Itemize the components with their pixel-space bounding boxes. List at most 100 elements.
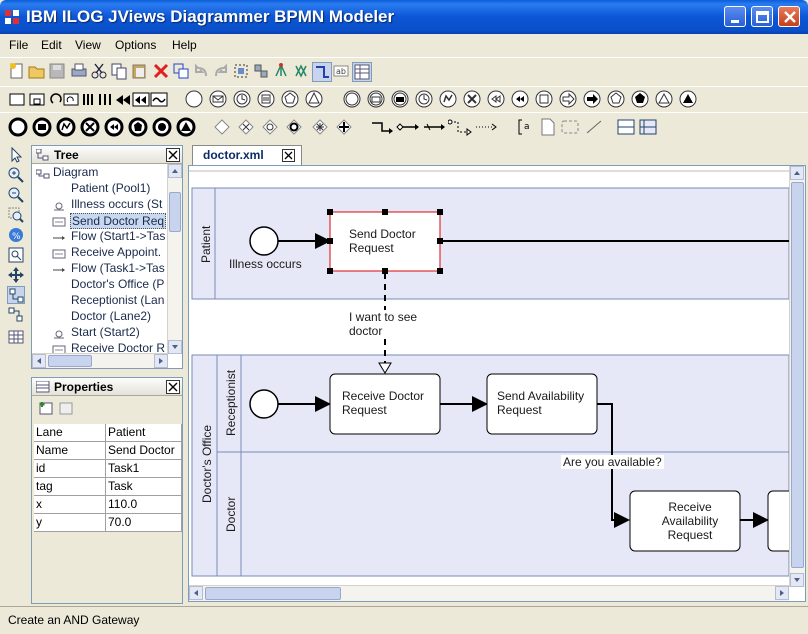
conditional-flow-icon[interactable] bbox=[396, 117, 420, 137]
data-object-icon[interactable] bbox=[538, 117, 558, 137]
error-end-event-icon[interactable] bbox=[56, 117, 76, 137]
zoom-out-icon[interactable] bbox=[7, 186, 25, 204]
compensation-icon[interactable] bbox=[114, 90, 134, 110]
cancel-intermediate-icon[interactable] bbox=[462, 89, 482, 109]
select-all-icon[interactable] bbox=[232, 62, 252, 82]
tab-doctor-xml[interactable]: doctor.xml bbox=[192, 145, 302, 165]
message-start-event-icon[interactable] bbox=[208, 89, 228, 109]
scroll-down-icon[interactable] bbox=[790, 573, 804, 587]
scroll-up-icon[interactable] bbox=[790, 166, 804, 180]
end-event-icon[interactable] bbox=[8, 117, 28, 137]
timer-intermediate-icon[interactable] bbox=[414, 89, 434, 109]
orthogonal-link-icon[interactable] bbox=[312, 62, 332, 82]
undo-icon[interactable] bbox=[192, 62, 212, 82]
scroll-up-icon[interactable] bbox=[168, 164, 182, 178]
canvas-vscroll-thumb[interactable] bbox=[791, 182, 804, 568]
property-value[interactable]: Task bbox=[106, 478, 182, 496]
property-value[interactable]: 110.0 bbox=[106, 496, 182, 514]
select-arrow-icon[interactable] bbox=[7, 146, 25, 164]
start-event-start2[interactable] bbox=[249, 389, 279, 419]
timer-start-event-icon[interactable] bbox=[232, 89, 252, 109]
hierarchical-layout-icon[interactable] bbox=[292, 62, 312, 82]
properties-close-button[interactable] bbox=[166, 380, 180, 394]
property-value[interactable]: Task1 bbox=[106, 460, 182, 478]
multiple-intermediate-icon[interactable] bbox=[606, 89, 626, 109]
association-icon[interactable] bbox=[474, 117, 498, 137]
copy-icon[interactable] bbox=[110, 62, 130, 82]
property-value[interactable]: Send Doctor bbox=[106, 442, 182, 460]
compensation-subprocess-icon[interactable] bbox=[132, 90, 152, 110]
menu-file[interactable]: File bbox=[9, 38, 28, 52]
maximize-button[interactable] bbox=[751, 6, 773, 27]
canvas-vertical-scrollbar[interactable] bbox=[789, 166, 805, 587]
message-end-event-icon[interactable] bbox=[32, 117, 52, 137]
group-shape-icon[interactable] bbox=[560, 117, 580, 137]
tree-vertical-scrollbar[interactable] bbox=[167, 164, 182, 354]
complex-gateway-icon[interactable] bbox=[310, 117, 330, 137]
property-value[interactable]: Patient bbox=[106, 424, 182, 442]
link-end-event-icon[interactable] bbox=[128, 117, 148, 137]
gateway-icon[interactable] bbox=[212, 117, 232, 137]
parallel-instance-icon[interactable] bbox=[96, 90, 116, 110]
fit-view-icon[interactable] bbox=[7, 246, 25, 264]
multiple-start-event-icon[interactable] bbox=[304, 89, 324, 109]
and-gateway-icon[interactable] bbox=[334, 117, 354, 137]
sequence-flow-icon[interactable] bbox=[370, 117, 394, 137]
canvas-horizontal-scrollbar[interactable] bbox=[189, 585, 789, 601]
menu-view[interactable]: View bbox=[75, 38, 101, 52]
compensation-end-event-icon[interactable] bbox=[104, 117, 124, 137]
tree-scroll-thumb[interactable] bbox=[169, 192, 181, 232]
message-intermediate-icon[interactable] bbox=[366, 89, 386, 109]
task-next-partial[interactable] bbox=[767, 490, 789, 552]
rule-intermediate-icon[interactable] bbox=[534, 89, 554, 109]
zoom-in-icon[interactable] bbox=[7, 166, 25, 184]
multiple-throw-icon[interactable] bbox=[630, 89, 650, 109]
task-shape-icon[interactable] bbox=[8, 90, 28, 110]
line-icon[interactable] bbox=[584, 117, 604, 137]
error-intermediate-icon[interactable] bbox=[438, 89, 458, 109]
message-throw-icon[interactable] bbox=[390, 89, 410, 109]
scroll-down-icon[interactable] bbox=[168, 340, 182, 354]
cancel-end-event-icon[interactable] bbox=[80, 117, 100, 137]
link-throw-icon[interactable] bbox=[582, 89, 602, 109]
canvas-hscroll-thumb[interactable] bbox=[205, 587, 341, 600]
start-event-illness[interactable] bbox=[249, 226, 279, 256]
signal-end-event-icon[interactable] bbox=[176, 117, 196, 137]
orthogonal-tool-icon[interactable] bbox=[7, 306, 25, 324]
pan-icon[interactable] bbox=[7, 266, 25, 284]
save-icon[interactable] bbox=[48, 62, 68, 82]
adhoc-icon[interactable] bbox=[150, 90, 170, 110]
link-intermediate-icon[interactable] bbox=[558, 89, 578, 109]
event-gateway-icon[interactable] bbox=[260, 117, 280, 137]
terminate-end-event-icon[interactable] bbox=[152, 117, 172, 137]
tab-close-button[interactable] bbox=[282, 149, 295, 162]
scroll-left-icon[interactable] bbox=[32, 354, 46, 368]
annotation-icon[interactable]: a bbox=[516, 117, 536, 137]
print-icon[interactable] bbox=[70, 62, 90, 82]
tree-horizontal-scrollbar[interactable] bbox=[32, 353, 168, 368]
compensation-throw-icon[interactable] bbox=[510, 89, 530, 109]
link-start-event-icon[interactable] bbox=[280, 89, 300, 109]
subprocess-shape-icon[interactable] bbox=[28, 90, 48, 110]
scroll-left-icon[interactable] bbox=[189, 586, 203, 600]
redo-icon[interactable] bbox=[212, 62, 232, 82]
remove-property-icon[interactable] bbox=[58, 400, 78, 420]
tree-hscroll-thumb[interactable] bbox=[48, 355, 92, 367]
signal-intermediate-icon[interactable] bbox=[654, 89, 674, 109]
menu-help[interactable]: Help bbox=[172, 38, 197, 52]
or-gateway-icon[interactable] bbox=[284, 117, 304, 137]
scroll-right-icon[interactable] bbox=[775, 586, 789, 600]
tree-close-button[interactable] bbox=[166, 148, 180, 162]
property-value[interactable]: 70.0 bbox=[106, 514, 182, 532]
delete-icon[interactable] bbox=[152, 62, 172, 82]
pool-patient[interactable] bbox=[191, 187, 789, 300]
compensation-intermediate-icon[interactable] bbox=[486, 89, 506, 109]
grid-tool-icon[interactable] bbox=[7, 328, 25, 346]
start-event-palette-icon[interactable] bbox=[184, 89, 204, 109]
tree-layout-icon[interactable] bbox=[272, 62, 292, 82]
minimize-button[interactable] bbox=[724, 6, 746, 27]
zoom-percent-icon[interactable]: % bbox=[7, 226, 25, 244]
loop-subprocess-icon[interactable] bbox=[62, 90, 82, 110]
signal-throw-icon[interactable] bbox=[678, 89, 698, 109]
close-button[interactable] bbox=[778, 6, 800, 27]
